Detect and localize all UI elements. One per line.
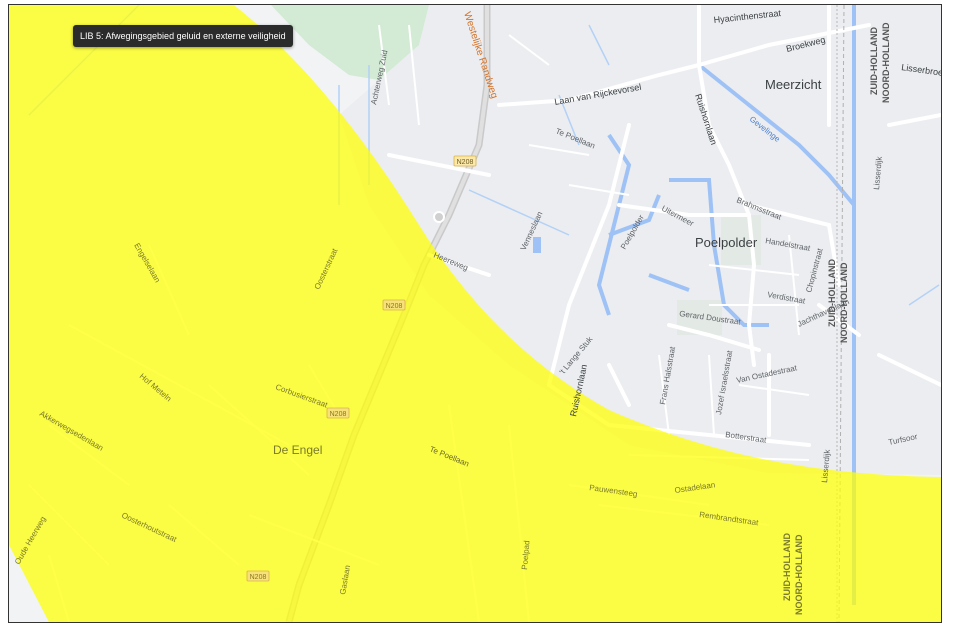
place-label-de-engel: De Engel <box>273 443 322 457</box>
shield-label-c: N208 <box>330 411 347 418</box>
place-label-meerzicht: Meerzicht <box>765 77 822 92</box>
route-shield-n208-c: N208 <box>326 407 350 419</box>
place-label-poelpolder: Poelpolder <box>695 235 758 250</box>
route-shield-n208-a: N208 <box>453 155 477 167</box>
shield-label-d: N208 <box>250 574 267 581</box>
shield-label-a: N208 <box>457 159 474 166</box>
province-label-mid-noord: NOORD-HOLLAND <box>839 262 849 343</box>
map-frame[interactable]: N208 N208 N208 N208 Meerzicht Poelpolder… <box>8 4 942 623</box>
province-label-top-noord: NOORD-HOLLAND <box>881 22 891 103</box>
province-label-top-zuid: ZUID-HOLLAND <box>869 27 879 95</box>
shield-label-b: N208 <box>386 303 403 310</box>
province-label-bottom-noord: NOORD-HOLLAND <box>794 534 804 615</box>
route-shield-n208-b: N208 <box>382 299 406 311</box>
province-label-bottom-zuid: ZUID-HOLLAND <box>782 533 792 601</box>
map-canvas[interactable]: N208 N208 N208 N208 Meerzicht Poelpolder… <box>9 5 941 622</box>
province-label-mid-zuid: ZUID-HOLLAND <box>827 259 837 327</box>
route-shield-n208-d: N208 <box>246 570 270 582</box>
water-pond <box>533 237 541 253</box>
roundabout <box>433 211 445 223</box>
layer-tooltip: LIB 5: Afwegingsgebied geluid en externe… <box>73 25 293 47</box>
